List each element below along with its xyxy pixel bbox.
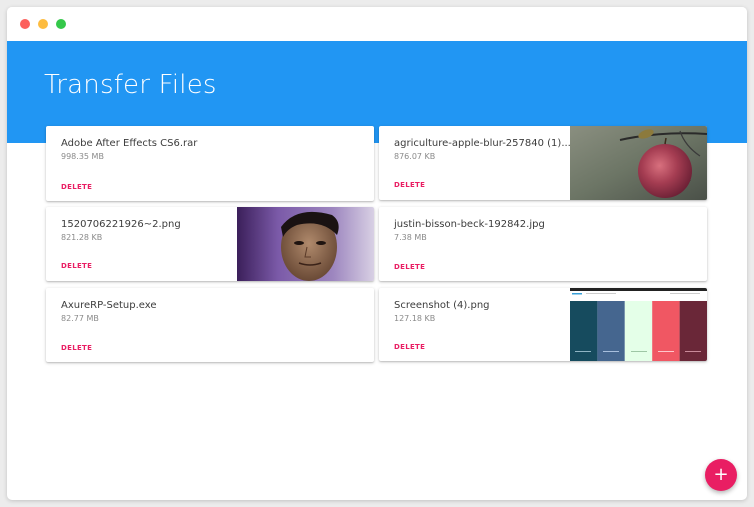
file-size: 127.18 KB — [394, 314, 436, 323]
file-card: Screenshot (4).png 127.18 KB DELETE — [379, 288, 707, 361]
file-name: Adobe After Effects CS6.rar — [61, 138, 198, 149]
add-file-button[interactable]: + — [705, 459, 737, 491]
file-size: 876.07 KB — [394, 152, 436, 161]
title-bar — [7, 7, 747, 41]
file-name: Screenshot (4).png — [394, 300, 490, 311]
delete-button[interactable]: DELETE — [61, 262, 92, 270]
file-name: AxureRP-Setup.exe — [61, 300, 157, 311]
page-title: Transfer Files — [44, 70, 217, 100]
file-size: 998.35 MB — [61, 152, 104, 161]
delete-button[interactable]: DELETE — [61, 344, 92, 352]
file-name: 1520706221926~2.png — [61, 219, 181, 230]
file-name: justin-bisson-beck-192842.jpg — [394, 219, 545, 230]
file-size: 82.77 MB — [61, 314, 99, 323]
app-window: Transfer Files Adobe After Effects CS6.r… — [7, 7, 747, 500]
file-card: justin-bisson-beck-192842.jpg 7.38 MB DE… — [379, 207, 707, 281]
file-name: agriculture-apple-blur-257840 (1).... — [394, 138, 575, 149]
file-card: agriculture-apple-blur-257840 (1).... 87… — [379, 126, 707, 200]
file-card: Adobe After Effects CS6.rar 998.35 MB DE… — [46, 126, 374, 201]
delete-button[interactable]: DELETE — [394, 181, 425, 189]
file-size: 821.28 KB — [61, 233, 103, 242]
minimize-window-button[interactable] — [38, 19, 48, 29]
screenshot-thumbnail — [570, 288, 707, 361]
delete-button[interactable]: DELETE — [61, 183, 92, 191]
maximize-window-button[interactable] — [56, 19, 66, 29]
apple-thumbnail — [570, 126, 707, 200]
delete-button[interactable]: DELETE — [394, 343, 425, 351]
portrait-thumbnail — [237, 207, 374, 281]
file-card: AxureRP-Setup.exe 82.77 MB DELETE — [46, 288, 374, 362]
file-size: 7.38 MB — [394, 233, 427, 242]
delete-button[interactable]: DELETE — [394, 263, 425, 271]
close-window-button[interactable] — [20, 19, 30, 29]
file-card: 1520706221926~2.png 821.28 KB DELETE — [46, 207, 374, 281]
